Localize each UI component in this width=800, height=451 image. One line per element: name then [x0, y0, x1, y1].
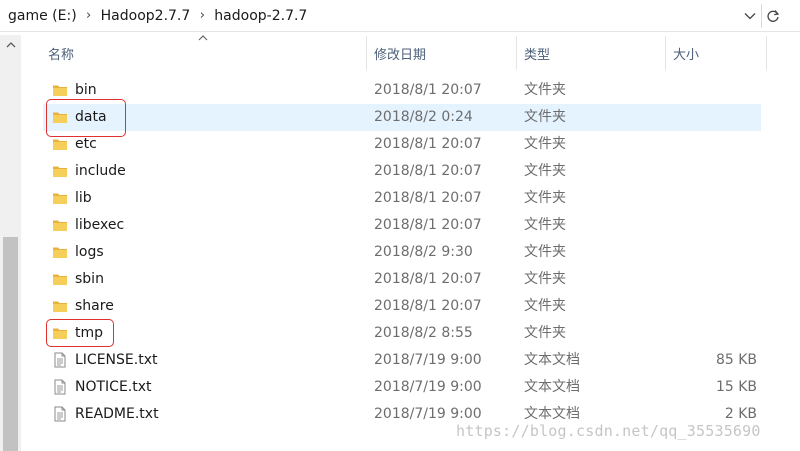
file-name: LICENSE.txt	[75, 352, 158, 368]
scrollbar-thumb[interactable]	[3, 237, 18, 451]
folder-icon	[52, 82, 68, 98]
column-header-size[interactable]: 大小	[666, 36, 767, 70]
folder-icon	[52, 190, 68, 206]
file-type: 文件夹	[524, 82, 566, 98]
file-date: 2018/8/1 20:07	[374, 190, 482, 206]
file-date: 2018/8/2 8:55	[374, 325, 473, 341]
column-header-date[interactable]: 修改日期	[367, 36, 517, 70]
file-date: 2018/8/2 0:24	[374, 109, 473, 125]
file-name: README.txt	[75, 406, 159, 422]
file-date: 2018/8/1 20:07	[374, 271, 482, 287]
file-date: 2018/8/1 20:07	[374, 217, 482, 233]
column-header-name[interactable]: 名称	[41, 36, 367, 70]
file-list: bin 2018/8/1 20:07 文件夹 data 2018/8/2 0:24 文件夹…	[43, 77, 783, 428]
file-size: 15 KB	[715, 379, 757, 395]
folder-icon	[52, 271, 68, 287]
text-file-icon	[52, 379, 68, 395]
file-row-include[interactable]: include 2018/8/1 20:07 文件夹	[43, 158, 783, 185]
text-file-icon	[52, 406, 68, 422]
file-size	[665, 212, 757, 239]
file-row-etc[interactable]: etc 2018/8/1 20:07 文件夹	[43, 131, 783, 158]
file-row-libexec[interactable]: libexec 2018/8/1 20:07 文件夹	[43, 212, 783, 239]
file-size	[665, 158, 757, 185]
folder-icon	[52, 109, 68, 125]
file-type: 文件夹	[524, 163, 566, 179]
file-date: 2018/7/19 9:00	[374, 379, 482, 395]
file-date: 2018/8/2 9:30	[374, 244, 473, 260]
file-type: 文件夹	[524, 217, 566, 233]
file-type: 文件夹	[524, 136, 566, 152]
file-name: data	[75, 109, 107, 125]
folder-icon	[52, 136, 68, 152]
file-date: 2018/8/1 20:07	[374, 163, 482, 179]
file-type: 文本文档	[524, 379, 580, 395]
file-size	[665, 131, 757, 158]
file-row-tmp[interactable]: tmp 2018/8/2 8:55 文件夹	[43, 320, 783, 347]
file-row-lib[interactable]: lib 2018/8/1 20:07 文件夹	[43, 185, 783, 212]
file-size	[665, 293, 757, 320]
file-row-sbin[interactable]: sbin 2018/8/1 20:07 文件夹	[43, 266, 783, 293]
file-date: 2018/8/1 20:07	[374, 298, 482, 314]
file-type: 文件夹	[524, 325, 566, 341]
file-type: 文件夹	[524, 190, 566, 206]
file-size	[665, 77, 757, 104]
folder-icon	[52, 325, 68, 341]
folder-icon	[52, 244, 68, 260]
text-file-icon	[52, 352, 68, 368]
file-date: 2018/8/1 20:07	[374, 136, 482, 152]
file-name: libexec	[75, 217, 125, 233]
file-row-notice-txt[interactable]: NOTICE.txt 2018/7/19 9:00 文本文档 15 KB	[43, 374, 783, 401]
file-row-data[interactable]: data 2018/8/2 0:24 文件夹	[43, 104, 761, 131]
breadcrumb-item-drive[interactable]: game (E:)	[6, 8, 79, 24]
file-name: include	[75, 163, 126, 179]
file-type: 文件夹	[524, 298, 566, 314]
breadcrumb-item-hadoop-2-7-7[interactable]: hadoop-2.7.7	[212, 8, 309, 24]
address-bar: game (E:) › Hadoop2.7.7 › hadoop-2.7.7	[0, 0, 800, 32]
file-size	[665, 104, 757, 131]
breadcrumb-separator-icon[interactable]: ›	[79, 8, 99, 23]
folder-icon	[52, 298, 68, 314]
file-size	[665, 320, 757, 347]
file-type: 文件夹	[524, 271, 566, 287]
file-type: 文件夹	[524, 109, 566, 125]
file-name: logs	[75, 244, 104, 260]
folder-icon	[52, 163, 68, 179]
scroll-up-arrow-icon[interactable]	[0, 35, 21, 55]
watermark: https://blog.csdn.net/qq_35535690	[456, 422, 761, 440]
file-type: 文件夹	[524, 244, 566, 260]
file-name: sbin	[75, 271, 104, 287]
breadcrumb: game (E:) › Hadoop2.7.7 › hadoop-2.7.7	[0, 0, 309, 31]
file-name: NOTICE.txt	[75, 379, 152, 395]
file-size	[665, 266, 757, 293]
file-name: lib	[75, 190, 92, 206]
refresh-icon[interactable]	[761, 4, 784, 28]
breadcrumb-item-hadoop277[interactable]: Hadoop2.7.7	[99, 8, 193, 24]
chevron-down-icon[interactable]	[741, 6, 759, 26]
file-size: 85 KB	[715, 352, 757, 368]
file-row-logs[interactable]: logs 2018/8/2 9:30 文件夹	[43, 239, 783, 266]
file-name: bin	[75, 82, 97, 98]
column-header-type[interactable]: 类型	[517, 36, 666, 70]
file-size	[665, 185, 757, 212]
breadcrumb-separator-icon[interactable]: ›	[192, 8, 212, 23]
file-row-license-txt[interactable]: LICENSE.txt 2018/7/19 9:00 文本文档 85 KB	[43, 347, 783, 374]
navigation-scrollbar[interactable]	[0, 35, 21, 451]
file-date: 2018/8/1 20:07	[374, 82, 482, 98]
file-name: tmp	[75, 325, 104, 341]
file-type: 文本文档	[524, 352, 580, 368]
file-size	[665, 239, 757, 266]
file-date: 2018/7/19 9:00	[374, 352, 482, 368]
folder-icon	[52, 217, 68, 233]
file-row-share[interactable]: share 2018/8/1 20:07 文件夹	[43, 293, 783, 320]
file-row-bin[interactable]: bin 2018/8/1 20:07 文件夹	[43, 77, 783, 104]
file-name: share	[75, 298, 114, 314]
file-name: etc	[75, 136, 97, 152]
